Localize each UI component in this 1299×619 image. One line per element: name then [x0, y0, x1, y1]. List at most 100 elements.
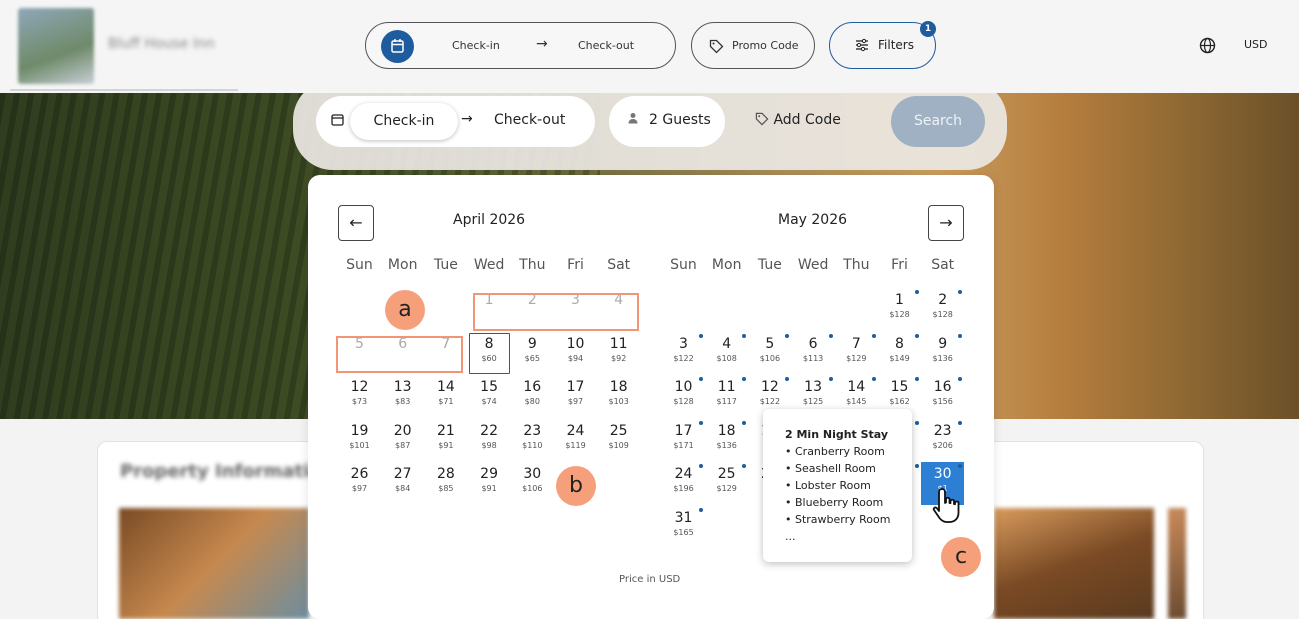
add-code-button[interactable]: Add Code [755, 112, 841, 128]
search-checkin[interactable]: Check-in [350, 103, 458, 140]
may-day-17[interactable]: 17 $171 [662, 419, 705, 462]
dow-label: Thu [843, 257, 870, 273]
search-date-picker[interactable]: Check-in → Check-out [316, 96, 595, 147]
april-day-29[interactable]: 29 $91 [468, 462, 511, 505]
day-number: 25 [717, 466, 736, 482]
may-day-3[interactable]: 3 $122 [662, 332, 705, 375]
may-day-11[interactable]: 11 $117 [705, 375, 748, 418]
day-price: $171 [673, 440, 694, 450]
day-price: $103 [608, 397, 629, 406]
day-price: $94 [567, 353, 584, 363]
availability-dot [871, 377, 876, 381]
april-day-25[interactable]: 25 $109 [597, 419, 640, 462]
april-day-21[interactable]: 21 $91 [424, 419, 467, 462]
day-number: 12 [760, 379, 779, 395]
header-checkin[interactable]: Check-in [452, 39, 500, 52]
may-day-31[interactable]: 31 $165 [662, 506, 705, 549]
prev-month-button[interactable]: ← [338, 205, 374, 241]
april-day-20[interactable]: 20 $87 [381, 419, 424, 462]
april-day-30[interactable]: 30 $106 [511, 462, 554, 505]
day-number: 10 [566, 335, 585, 352]
may-day-24[interactable]: 24 $196 [662, 462, 705, 505]
may-day-6[interactable]: 6 $113 [792, 332, 835, 375]
may-day-1[interactable]: 1 $128 [878, 288, 921, 331]
may-day-5[interactable]: 5 $106 [748, 332, 791, 375]
day-price: $71 [438, 397, 454, 406]
day-number: 18 [717, 422, 736, 439]
april-day-11[interactable]: 11 $92 [597, 332, 640, 375]
april-day-17[interactable]: 17 $97 [554, 375, 597, 418]
availability-dot [871, 333, 876, 338]
day-price: $73 [351, 397, 368, 406]
availability-dot [915, 333, 919, 338]
guests-label: 2 Guests [649, 112, 711, 128]
availability-dot [699, 377, 703, 381]
property-photo[interactable] [994, 508, 1154, 619]
day-number: 15 [480, 379, 498, 395]
april-day-15[interactable]: 15 $74 [468, 375, 511, 418]
marker-b: b [556, 466, 596, 506]
day-price: $162 [889, 397, 910, 406]
currency-selector[interactable]: USD [1244, 38, 1268, 51]
dow-label: Fri [567, 257, 584, 273]
may-day-25[interactable]: 25 $129 [705, 462, 748, 505]
day-price: $85 [438, 484, 454, 493]
property-photo[interactable] [1168, 508, 1186, 619]
globe-icon[interactable] [1199, 37, 1216, 58]
april-day-14[interactable]: 14 $71 [424, 375, 467, 418]
april-day-24[interactable]: 24 $119 [554, 419, 597, 462]
day-number: 3 [679, 335, 688, 352]
day-number: 21 [436, 422, 455, 439]
day-number: 27 [393, 466, 412, 482]
april-day-28[interactable]: 28 $85 [424, 462, 467, 505]
day-number: 2 [938, 292, 948, 308]
day-number: 6 [808, 335, 818, 352]
availability-dot [699, 507, 703, 512]
day-price: $128 [932, 310, 953, 319]
next-month-button[interactable]: → [928, 205, 964, 241]
add-code-label: Add Code [773, 112, 841, 128]
search-button[interactable]: Search [891, 96, 985, 147]
header-date-picker[interactable]: Check-in → Check-out [365, 22, 676, 69]
property-logo[interactable] [18, 8, 94, 84]
april-day-9[interactable]: 9 $65 [511, 332, 554, 375]
day-number: 16 [933, 379, 952, 395]
filter-count-badge: 1 [920, 21, 936, 37]
day-price: $129 [716, 484, 737, 493]
april-day-18[interactable]: 18 $103 [597, 375, 640, 418]
april-day-8[interactable]: 8 $60 [468, 332, 511, 375]
april-day-23[interactable]: 23 $110 [511, 419, 554, 462]
day-price: $149 [889, 353, 910, 363]
may-day-9[interactable]: 9 $136 [921, 332, 964, 375]
property-photo[interactable] [119, 508, 309, 619]
day-price: $196 [673, 484, 694, 493]
april-day-10[interactable]: 10 $94 [554, 332, 597, 375]
availability-dot [915, 464, 919, 468]
may-day-4[interactable]: 4 $108 [705, 332, 748, 375]
availability-dot [785, 333, 790, 338]
may-day-10[interactable]: 10 $128 [662, 375, 705, 418]
april-day-12[interactable]: 12 $73 [338, 375, 381, 418]
dow-label: Sat [607, 257, 631, 273]
may-day-18[interactable]: 18 $136 [705, 419, 748, 462]
may-day-2[interactable]: 2 $128 [921, 288, 964, 331]
may-day-7[interactable]: 7 $129 [835, 332, 878, 375]
april-day-19[interactable]: 19 $101 [338, 419, 381, 462]
may-day-23[interactable]: 23 $206 [921, 419, 964, 462]
may-day-8[interactable]: 8 $149 [878, 332, 921, 375]
day-price: $109 [608, 440, 629, 450]
promo-code-button[interactable]: Promo Code [691, 22, 815, 69]
day-price: $136 [716, 440, 737, 450]
april-day-27[interactable]: 27 $84 [381, 462, 424, 505]
guests-selector[interactable]: 2 Guests [609, 96, 725, 147]
dow-label: Wed [797, 257, 829, 273]
april-day-26[interactable]: 26 $97 [338, 462, 381, 505]
calendar-icon[interactable] [381, 30, 414, 63]
april-day-13[interactable]: 13 $83 [381, 375, 424, 418]
header-checkout[interactable]: Check-out [578, 39, 634, 52]
search-checkout[interactable]: Check-out [494, 112, 565, 128]
may-day-16[interactable]: 16 $156 [921, 375, 964, 418]
april-day-22[interactable]: 22 $98 [468, 419, 511, 462]
day-number: 11 [609, 335, 628, 352]
april-day-16[interactable]: 16 $80 [511, 375, 554, 418]
